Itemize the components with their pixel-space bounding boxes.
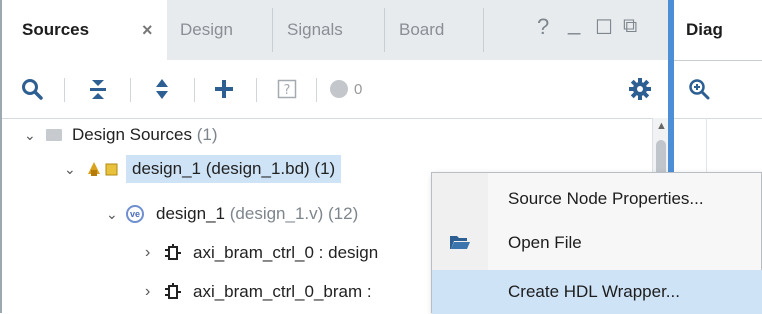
menu-item-open-file[interactable]: Open File xyxy=(432,221,762,265)
open-folder-icon xyxy=(449,233,471,256)
tab-diagram[interactable]: Diag xyxy=(674,0,762,60)
tree-item-label: axi_bram_ctrl_0_bram : xyxy=(193,282,372,301)
tab-diagram-label: Diag xyxy=(686,20,723,39)
chevron-down-icon[interactable]: ⌄ xyxy=(24,127,42,144)
sources-toolbar: ? 0 xyxy=(2,60,668,119)
tree-item-design-v[interactable]: ⌄ ve design_1 (design_1.v) (12) xyxy=(106,197,358,231)
close-icon[interactable]: × xyxy=(142,20,153,41)
block-design-icon xyxy=(86,160,120,178)
toolbar-divider xyxy=(64,78,65,102)
chevron-down-icon[interactable]: ⌄ xyxy=(64,161,82,178)
help-box-icon[interactable]: ? xyxy=(272,60,302,118)
folder-icon xyxy=(46,129,62,141)
menu-item-label: Create HDL Wrapper... xyxy=(508,282,680,301)
verilog-file-icon: ve xyxy=(126,205,144,223)
menu-item-source-node-properties[interactable]: Source Node Properties... xyxy=(432,177,762,221)
float-icon[interactable]: ⧉ xyxy=(623,15,637,38)
panel-tab-bar: Sources × Design Signals Board ? _ ☐ ⧉ xyxy=(2,0,668,61)
tree-item-name: design_1 xyxy=(156,204,226,223)
tree-item-label: axi_bram_ctrl_0 : design xyxy=(193,243,379,262)
svg-text:?: ? xyxy=(284,83,291,98)
toolbar-divider xyxy=(256,78,257,102)
diagram-tab-bar: Diag xyxy=(674,0,762,61)
tree-item-label: Design Sources xyxy=(72,125,193,144)
add-icon[interactable] xyxy=(208,60,240,118)
search-icon[interactable] xyxy=(16,60,48,118)
tree-item-axi-bram-ctrl-bram[interactable]: › axi_bram_ctrl_0_bram : xyxy=(145,275,372,309)
chevron-right-icon[interactable]: › xyxy=(145,283,163,301)
menu-item-label: Open File xyxy=(508,233,582,252)
gear-icon[interactable] xyxy=(624,60,656,118)
tab-board[interactable]: Board xyxy=(385,0,484,60)
tab-divider xyxy=(483,8,484,52)
tab-design[interactable]: Design xyxy=(167,0,273,60)
tree-item-count: (1) xyxy=(196,125,218,144)
expand-all-icon[interactable] xyxy=(146,60,178,118)
scroll-up-icon[interactable]: ▲ xyxy=(656,120,667,132)
tree-item-file: (design_1.v) (12) xyxy=(229,204,359,223)
minimize-icon[interactable]: _ xyxy=(568,10,580,36)
toolbar-divider xyxy=(130,78,131,102)
chevron-right-icon[interactable]: › xyxy=(145,244,163,262)
menu-item-label: Source Node Properties... xyxy=(508,189,704,208)
status-count: 0 xyxy=(354,80,363,98)
chevron-down-icon[interactable]: ⌄ xyxy=(106,206,124,223)
help-icon[interactable]: ? xyxy=(537,14,549,40)
tab-sources-label: Sources xyxy=(22,20,90,39)
collapse-all-icon[interactable] xyxy=(82,60,114,118)
context-menu: Source Node Properties... Open File Crea… xyxy=(431,172,762,314)
zoom-in-icon[interactable] xyxy=(684,60,714,118)
restore-icon[interactable]: ☐ xyxy=(595,15,613,40)
tab-signals[interactable]: Signals xyxy=(273,0,385,60)
tab-board-label: Board xyxy=(399,20,445,39)
diagram-toolbar xyxy=(674,60,762,119)
tab-design-label: Design xyxy=(180,20,233,39)
tab-signals-label: Signals xyxy=(287,20,343,39)
tab-sources[interactable]: Sources × xyxy=(2,0,167,60)
toolbar-divider xyxy=(316,78,317,102)
tree-item-axi-bram-ctrl[interactable]: › axi_bram_ctrl_0 : design xyxy=(145,236,378,270)
tree-item-design-sources[interactable]: ⌄ Design Sources (1) xyxy=(24,118,218,152)
status-dot-icon xyxy=(330,80,348,98)
menu-item-create-hdl-wrapper[interactable]: Create HDL Wrapper... xyxy=(432,270,762,314)
tree-item-design-bd[interactable]: ⌄ design_1 (design_1.bd) (1) xyxy=(64,152,342,186)
ip-module-icon xyxy=(165,283,181,301)
ip-module-icon xyxy=(165,244,181,262)
toolbar-divider xyxy=(194,78,195,102)
tree-item-label-selected: design_1 (design_1.bd) (1) xyxy=(126,155,342,183)
status-indicator[interactable]: 0 xyxy=(330,60,380,118)
